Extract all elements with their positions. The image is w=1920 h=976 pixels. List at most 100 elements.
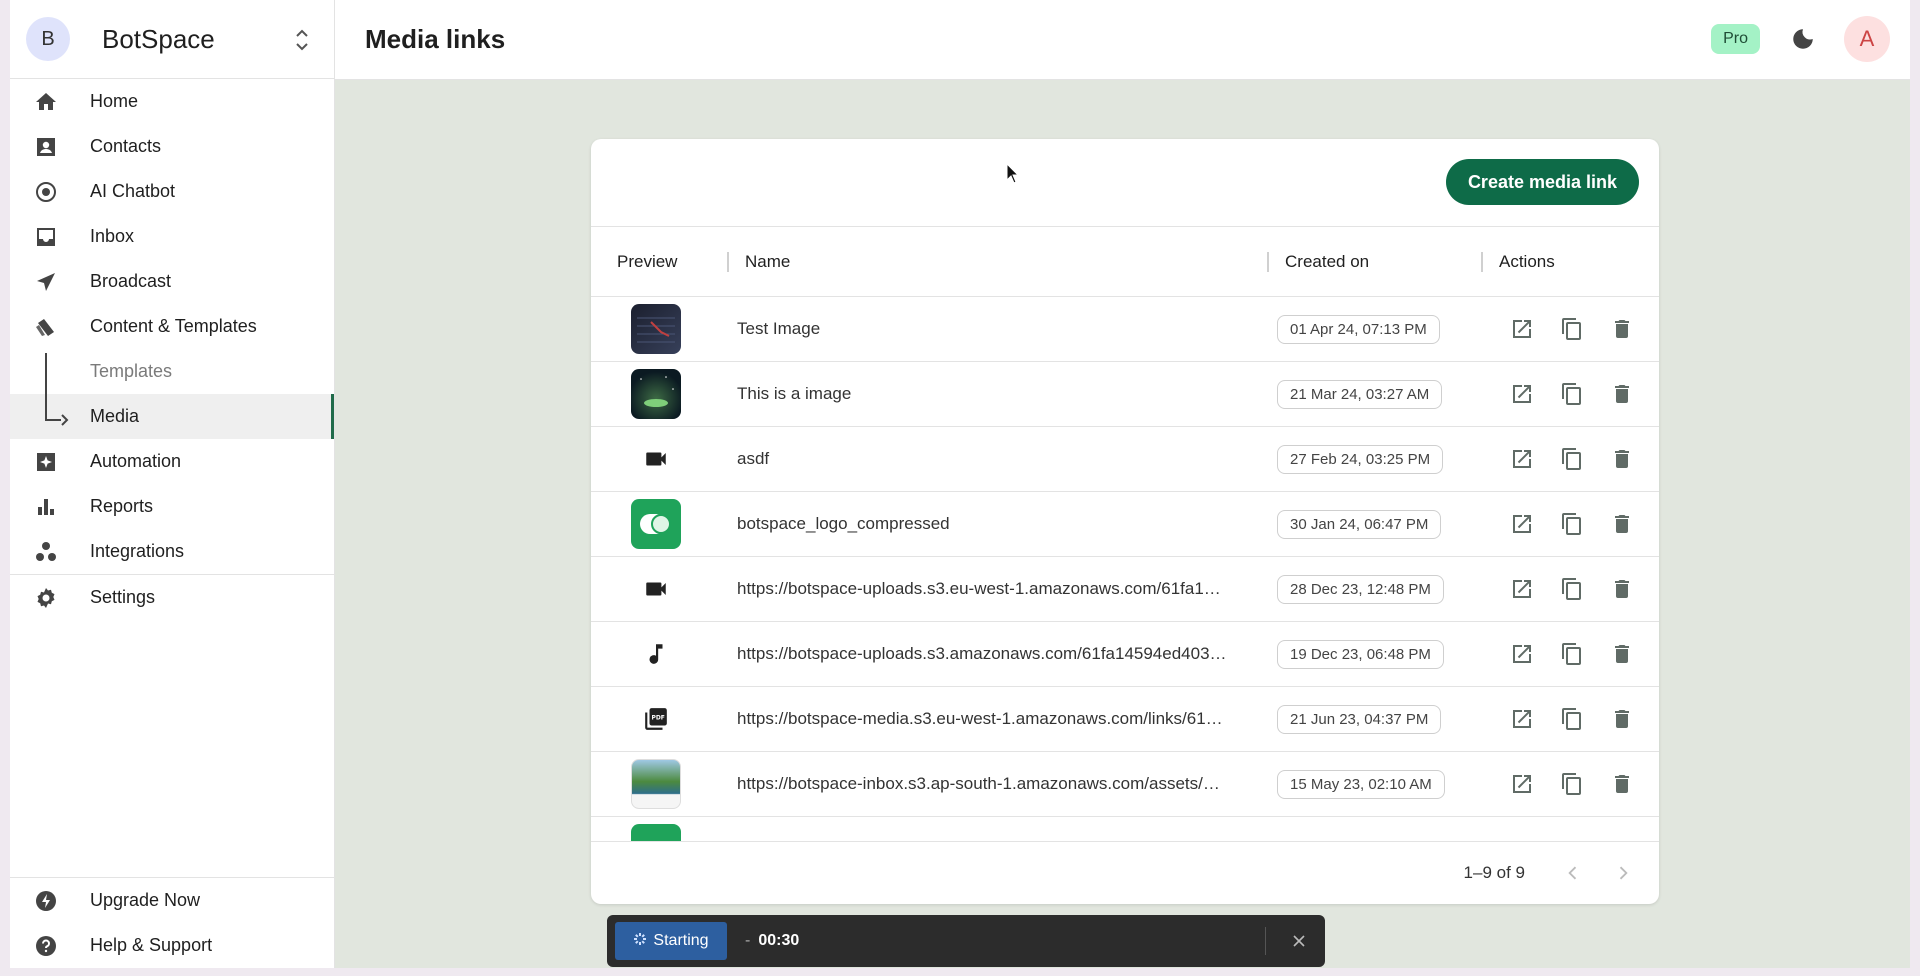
copy-icon[interactable] [1557, 574, 1587, 604]
copy-icon[interactable] [1557, 639, 1587, 669]
copy-icon[interactable] [1557, 769, 1587, 799]
column-separator [727, 251, 729, 272]
media-name: https://botspace-inbox.s3.ap-south-1.ama… [737, 774, 1220, 793]
column-header-created[interactable]: Created on [1267, 251, 1481, 272]
table-row[interactable]: Test Image 01 Apr 24, 07:13 PM [591, 297, 1659, 362]
sidebar-item-automation[interactable]: Automation [10, 439, 334, 484]
recording-timer: 00:30 [758, 932, 800, 949]
copy-icon[interactable] [1557, 379, 1587, 409]
copy-icon[interactable] [1557, 314, 1587, 344]
sidebar-item-label: Templates [90, 361, 173, 381]
dark-mode-icon[interactable] [1790, 26, 1816, 52]
table-row[interactable]: PDF https://botspace-media.s3.eu-west-1.… [591, 687, 1659, 752]
open-external-icon[interactable] [1507, 509, 1537, 539]
lightning-icon [32, 887, 60, 915]
chevron-left-icon[interactable] [1559, 859, 1587, 887]
column-header-preview[interactable]: Preview [591, 252, 727, 272]
media-thumbnail [631, 824, 681, 842]
table-row[interactable]: https://botspace-inbox.s3.ap-south-1.ama… [591, 752, 1659, 817]
sidebar-item-label: Settings [90, 587, 156, 607]
sidebar-item-home[interactable]: Home [10, 79, 334, 124]
page-title: Media links [365, 24, 506, 54]
card-toolbar: Create media link [591, 139, 1659, 227]
automation-icon [32, 448, 60, 476]
table-row[interactable]: botspace_logo_compressed 30 Jan 24, 06:4… [591, 492, 1659, 557]
copy-icon[interactable] [1557, 509, 1587, 539]
sidebar-item-templates[interactable]: Templates [10, 349, 334, 394]
content-icon [32, 313, 60, 341]
open-external-icon[interactable] [1507, 769, 1537, 799]
svg-text:PDF: PDF [651, 715, 664, 722]
open-external-icon[interactable] [1507, 379, 1537, 409]
sidebar-item-contacts[interactable]: Contacts [10, 124, 334, 169]
sidebar-item-content-templates[interactable]: Content & Templates [10, 304, 334, 349]
open-external-icon[interactable] [1507, 704, 1537, 734]
sidebar-item-upgrade[interactable]: Upgrade Now [10, 878, 335, 923]
main-content: Create media link Preview Name Created o… [335, 80, 1910, 968]
created-date-chip: 15 May 23, 02:10 AM [1277, 769, 1445, 799]
pagination-range: 1–9 of 9 [1463, 863, 1525, 882]
top-header: Media links Pro A [335, 0, 1910, 80]
delete-icon[interactable] [1607, 314, 1637, 344]
column-separator [1267, 251, 1269, 272]
media-thumbnail [631, 304, 681, 354]
media-name: https://botspace-media.s3.eu-west-1.amaz… [737, 709, 1223, 728]
table-row[interactable]: This is a image 21 Mar 24, 03:27 AM [591, 362, 1659, 427]
sidebar-item-label: Inbox [90, 226, 135, 246]
arrow-right-icon [61, 414, 69, 426]
sidebar-item-help[interactable]: Help & Support [10, 923, 335, 968]
workspace-name: BotSpace [102, 23, 215, 54]
create-media-link-button[interactable]: Create media link [1445, 159, 1639, 205]
media-name: https://botspace-uploads.s3.amazonaws.co… [737, 644, 1227, 663]
unfold-icon[interactable] [294, 26, 310, 54]
media-thumbnail [631, 759, 681, 809]
created-date-chip: 28 Dec 23, 12:48 PM [1277, 574, 1444, 604]
media-name: https://botspace-uploads.s3.eu-west-1.am… [737, 579, 1221, 598]
sidebar-item-label: Home [90, 91, 139, 111]
media-name: botspace_logo_compressed [737, 514, 950, 533]
video-icon [631, 434, 681, 484]
spinner-icon [633, 932, 647, 951]
media-thumbnail [631, 369, 681, 419]
sidebar-item-broadcast[interactable]: Broadcast [10, 259, 334, 304]
sidebar-item-ai-chatbot[interactable]: AI Chatbot [10, 169, 334, 214]
recording-start-button[interactable]: Starting [615, 922, 727, 960]
delete-icon[interactable] [1607, 509, 1637, 539]
created-date-chip: 01 Apr 24, 07:13 PM [1277, 314, 1440, 344]
chevron-right-icon[interactable] [1609, 859, 1637, 887]
delete-icon[interactable] [1607, 379, 1637, 409]
mouse-cursor-icon [1006, 163, 1020, 184]
delete-icon[interactable] [1607, 639, 1637, 669]
sidebar-item-settings[interactable]: Settings [10, 575, 334, 620]
sidebar-item-inbox[interactable]: Inbox [10, 214, 334, 259]
open-external-icon[interactable] [1507, 444, 1537, 474]
sidebar-item-label: Contacts [90, 136, 162, 156]
open-external-icon[interactable] [1507, 639, 1537, 669]
created-date-chip: 30 Jan 24, 06:47 PM [1277, 509, 1442, 539]
table-header: Preview Name Created on Actions [591, 227, 1659, 297]
created-date-chip: 27 Feb 24, 03:25 PM [1277, 444, 1444, 474]
table-row[interactable] [591, 817, 1659, 842]
column-header-name[interactable]: Name [727, 251, 1267, 272]
table-row[interactable]: https://botspace-uploads.s3.amazonaws.co… [591, 622, 1659, 687]
copy-icon[interactable] [1557, 704, 1587, 734]
table-body[interactable]: Test Image 01 Apr 24, 07:13 PM This is a… [591, 297, 1659, 842]
delete-icon[interactable] [1607, 769, 1637, 799]
home-icon [32, 88, 60, 116]
workspace-switcher[interactable]: B BotSpace [10, 0, 334, 79]
sidebar-item-integrations[interactable]: Integrations [10, 529, 334, 574]
delete-icon[interactable] [1607, 574, 1637, 604]
integrations-icon [32, 538, 60, 566]
close-icon[interactable] [1285, 927, 1313, 955]
copy-icon[interactable] [1557, 444, 1587, 474]
open-external-icon[interactable] [1507, 574, 1537, 604]
table-row[interactable]: https://botspace-uploads.s3.eu-west-1.am… [591, 557, 1659, 622]
sidebar-item-reports[interactable]: Reports [10, 484, 334, 529]
open-external-icon[interactable] [1507, 314, 1537, 344]
user-avatar[interactable]: A [1844, 16, 1890, 62]
gear-icon [32, 584, 60, 612]
delete-icon[interactable] [1607, 704, 1637, 734]
workspace-avatar: B [26, 17, 70, 61]
table-row[interactable]: asdf 27 Feb 24, 03:25 PM [591, 427, 1659, 492]
delete-icon[interactable] [1607, 444, 1637, 474]
